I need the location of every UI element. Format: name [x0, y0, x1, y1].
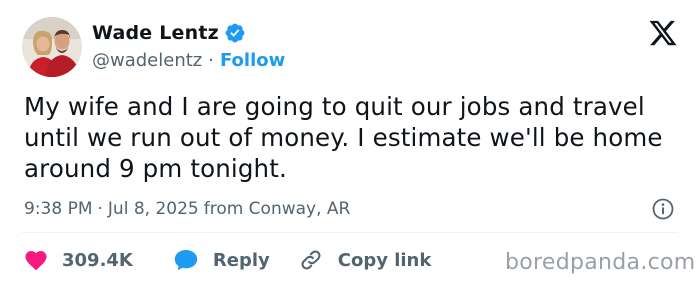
meta-separator: · — [97, 199, 103, 219]
link-icon — [298, 247, 324, 273]
watermark: boredpanda.com — [505, 250, 696, 275]
tweet-date[interactable]: Jul 8, 2025 — [108, 199, 199, 219]
x-logo-icon[interactable] — [648, 18, 678, 48]
reply-label: Reply — [212, 249, 270, 271]
divider — [22, 232, 678, 233]
heart-icon — [24, 249, 48, 271]
info-icon[interactable] — [651, 197, 675, 221]
tweet-time[interactable]: 9:38 PM — [24, 199, 93, 219]
copy-link-button[interactable]: Copy link — [298, 247, 432, 273]
like-count: 309.4K — [62, 249, 133, 271]
reply-button[interactable]: Reply — [173, 248, 270, 272]
author-name-row: Wade Lentz — [92, 20, 246, 46]
follow-button[interactable]: Follow — [220, 50, 285, 71]
author-display-name[interactable]: Wade Lentz — [92, 22, 219, 44]
like-button[interactable]: 309.4K — [24, 249, 133, 271]
speech-bubble-icon — [173, 248, 199, 272]
verified-badge-icon — [224, 22, 246, 44]
tweet-text: My wife and I are going to quit our jobs… — [24, 92, 663, 183]
tweet-card: Wade Lentz @wadelentz · Follow My wife a… — [0, 0, 700, 287]
copy-link-label: Copy link — [337, 249, 432, 271]
avatar-photo — [22, 17, 82, 77]
author-handle[interactable]: @wadelentz — [92, 50, 202, 71]
action-bar: 309.4K Reply Copy link — [24, 246, 431, 274]
handle-separator: · — [208, 49, 214, 71]
tweet-meta: 9:38 PM · Jul 8, 2025 from Conway, AR — [24, 197, 350, 221]
author-handle-row: @wadelentz · Follow — [92, 48, 285, 72]
avatar[interactable] — [22, 17, 82, 77]
tweet-location: from Conway, AR — [203, 199, 351, 219]
